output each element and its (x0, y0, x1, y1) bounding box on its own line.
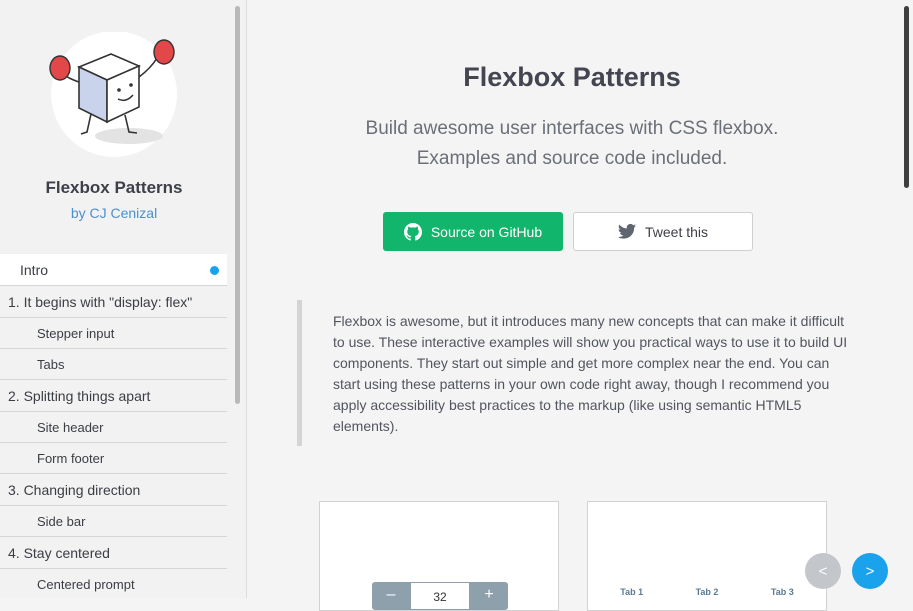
intro-blockquote: Flexbox is awesome, but it introduces ma… (297, 300, 857, 446)
author-link[interactable]: by CJ Cenizal (0, 205, 228, 221)
twitter-icon (617, 224, 636, 239)
github-button[interactable]: Source on GitHub (383, 212, 563, 251)
sidebar-scrollbar[interactable] (235, 6, 240, 404)
page-subtitle: Build awesome user interfaces with CSS f… (247, 114, 897, 174)
nav-item-stepper-input[interactable]: Stepper input (0, 318, 227, 349)
stepper-example-card: – 32 + (319, 501, 559, 611)
nav-section-1[interactable]: 1. It begins with "display: flex" (0, 286, 227, 318)
subtitle-line-2: Examples and source code included. (416, 148, 728, 169)
nav-item-tabs[interactable]: Tabs (0, 349, 227, 380)
github-button-label: Source on GitHub (430, 223, 543, 240)
github-icon (403, 222, 422, 241)
nav-item-label: Intro (20, 262, 49, 278)
tweet-button[interactable]: Tweet this (573, 212, 753, 251)
stepper-value[interactable]: 32 (410, 582, 470, 610)
sidebar-title: Flexbox Patterns (45, 178, 183, 197)
nav-section-2[interactable]: 2. Splitting things apart (0, 380, 227, 412)
main-scrollbar[interactable] (904, 6, 909, 188)
next-button[interactable]: > (852, 553, 888, 589)
nav-item-centered-prompt[interactable]: Centered prompt (0, 569, 227, 598)
tab-2[interactable]: Tab 2 (696, 587, 719, 597)
tweet-button-label: Tweet this (644, 223, 709, 240)
sidebar: Flexbox Patterns by CJ Cenizal Intro 1. … (0, 0, 247, 598)
main-content: Flexbox Patterns Build awesome user inte… (247, 0, 913, 611)
nav-section-3[interactable]: 3. Changing direction (0, 474, 227, 506)
subtitle-line-1: Build awesome user interfaces with CSS f… (365, 118, 779, 139)
nav-section-4[interactable]: 4. Stay centered (0, 537, 227, 569)
decrement-button[interactable]: – (372, 582, 410, 610)
mascot-logo (49, 32, 177, 157)
nav-item-form-footer[interactable]: Form footer (0, 443, 227, 474)
tabs-row: Tab 1 Tab 2 Tab 3 (588, 587, 826, 597)
active-dot-icon (210, 266, 219, 275)
previous-button[interactable]: < (805, 553, 841, 589)
tab-1[interactable]: Tab 1 (620, 587, 643, 597)
nav-item-intro[interactable]: Intro (0, 254, 227, 286)
page-title: Flexbox Patterns (463, 62, 681, 92)
nav-item-side-bar[interactable]: Side bar (0, 506, 227, 537)
sidebar-nav: Intro 1. It begins with "display: flex" … (0, 254, 227, 598)
tabs-example-card: Tab 1 Tab 2 Tab 3 (587, 501, 827, 611)
increment-button[interactable]: + (470, 582, 508, 610)
quantity-stepper: – 32 + (372, 582, 508, 610)
nav-item-site-header[interactable]: Site header (0, 412, 227, 443)
tab-3[interactable]: Tab 3 (771, 587, 794, 597)
